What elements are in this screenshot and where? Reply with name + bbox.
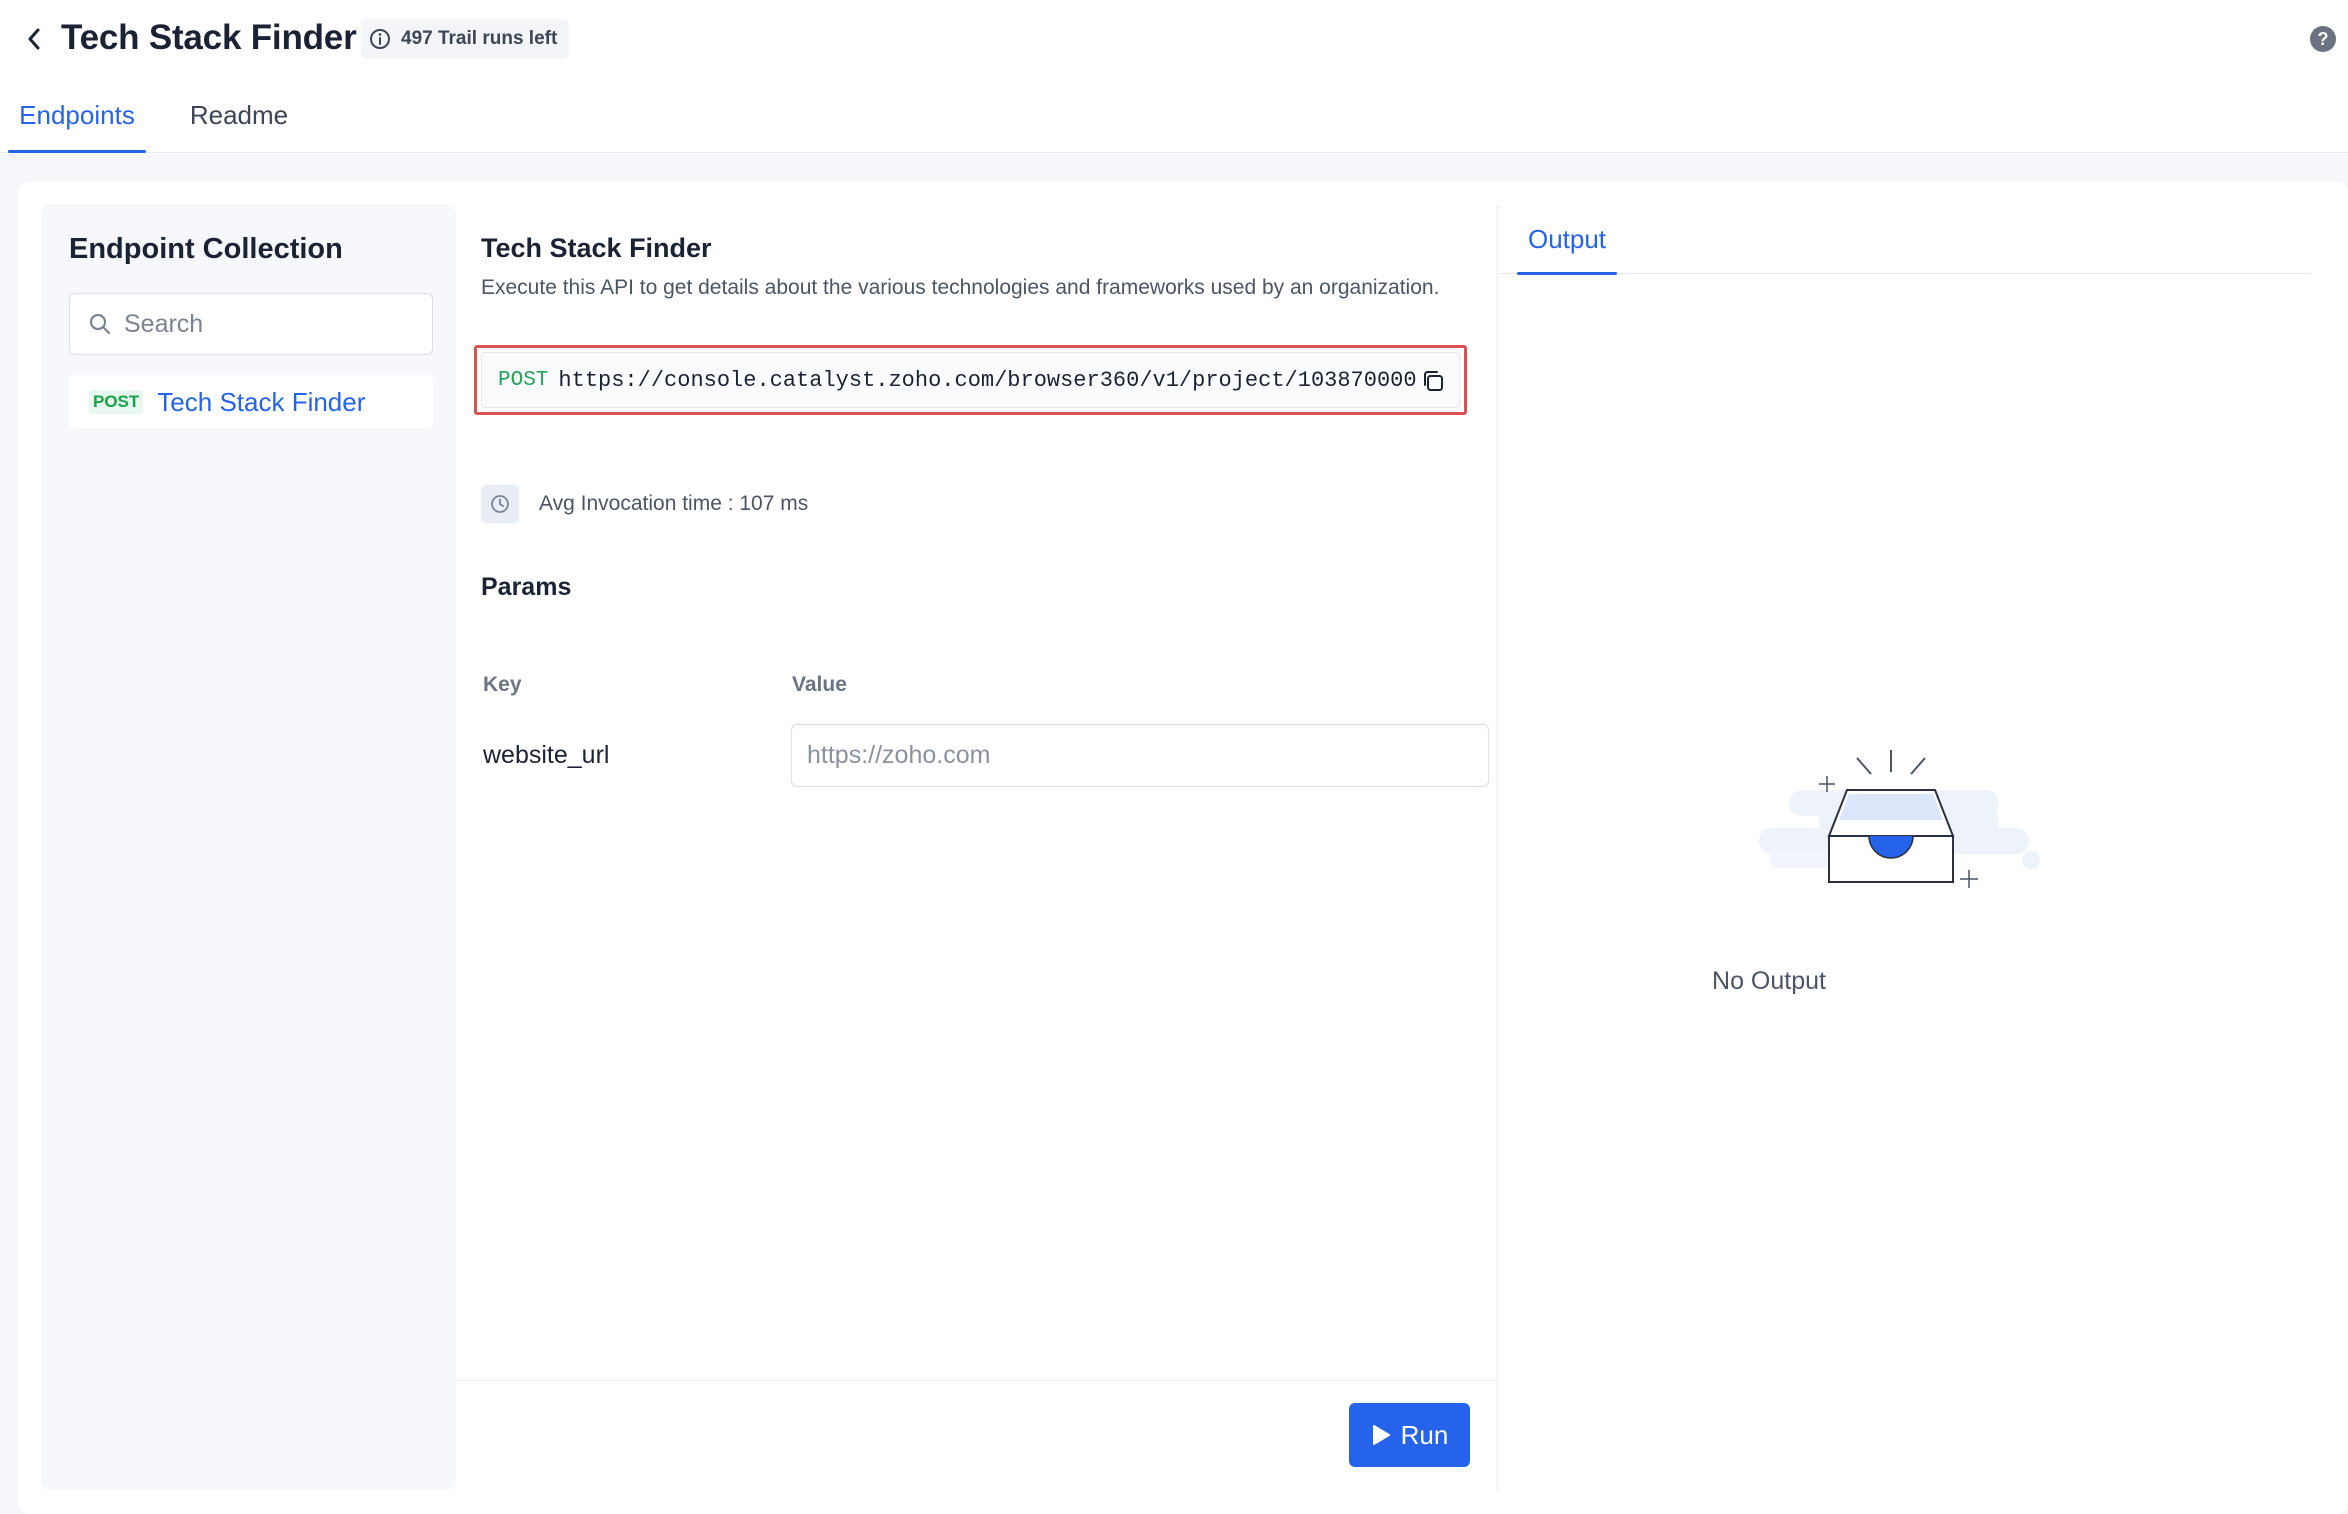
info-icon — [370, 29, 390, 49]
main-tabs: Endpoints Readme — [0, 78, 2348, 153]
method-badge: POST — [89, 390, 144, 414]
endpoint-description: Execute this API to get details about th… — [481, 276, 1440, 299]
avg-invocation-text: Avg Invocation time : 107 ms — [539, 492, 809, 515]
param-key-website-url: website_url — [483, 741, 610, 769]
sidebar-item-label: Tech Stack Finder — [157, 386, 366, 417]
no-output-text: No Output — [1712, 967, 1826, 995]
endpoint-url-box: POST https://console.catalyst.zoho.com/b… — [474, 345, 1467, 415]
tab-readme[interactable]: Readme — [178, 78, 300, 152]
output-panel: Output No Output — [1498, 205, 2311, 1490]
endpoint-title: Tech Stack Finder — [481, 233, 712, 263]
url-field: POST https://console.catalyst.zoho.com/b… — [481, 352, 1460, 408]
back-button[interactable] — [20, 24, 48, 54]
clock-icon — [481, 485, 519, 523]
endpoint-url[interactable]: https://console.catalyst.zoho.com/browse… — [558, 368, 1416, 393]
empty-inbox-illustration — [1759, 750, 2040, 888]
app-header: Tech Stack Finder 497 Trail runs left ? — [0, 0, 2348, 78]
search-input[interactable] — [124, 309, 414, 339]
run-button-label: Run — [1400, 1419, 1449, 1450]
sidebar-title: Endpoint Collection — [69, 233, 343, 265]
params-key-header: Key — [483, 673, 522, 696]
copy-url-button[interactable] — [1418, 366, 1448, 396]
tab-output[interactable]: Output — [1517, 205, 1617, 275]
request-panel: Tech Stack Finder Execute this API to ge… — [456, 205, 1497, 1490]
url-method: POST — [498, 368, 549, 392]
website-url-input[interactable] — [791, 724, 1489, 787]
trial-runs-badge: 497 Trail runs left — [361, 19, 570, 59]
tab-endpoints[interactable]: Endpoints — [8, 78, 146, 153]
page-title: Tech Stack Finder — [61, 18, 357, 57]
request-footer: Run — [456, 1380, 1496, 1490]
trial-runs-text: 497 Trail runs left — [401, 28, 558, 49]
run-button[interactable]: Run — [1349, 1403, 1470, 1467]
search-box — [69, 293, 433, 355]
chevron-left-icon — [28, 28, 40, 50]
copy-icon — [1424, 371, 1443, 391]
play-icon — [1372, 1425, 1390, 1445]
output-tabs: Output — [1499, 205, 2311, 275]
help-icon[interactable]: ? — [2310, 26, 2336, 52]
endpoint-sidebar: Endpoint Collection POST Tech Stack Find… — [41, 205, 456, 1490]
sidebar-item-tech-stack-finder[interactable]: POST Tech Stack Finder — [69, 375, 433, 429]
params-title: Params — [481, 573, 572, 601]
avg-invocation: Avg Invocation time : 107 ms — [481, 485, 808, 523]
endpoint-card: Endpoint Collection POST Tech Stack Find… — [18, 181, 2348, 1514]
workspace: Endpoint Collection POST Tech Stack Find… — [0, 154, 2348, 1514]
params-value-header: Value — [792, 673, 847, 696]
search-icon — [89, 313, 111, 335]
